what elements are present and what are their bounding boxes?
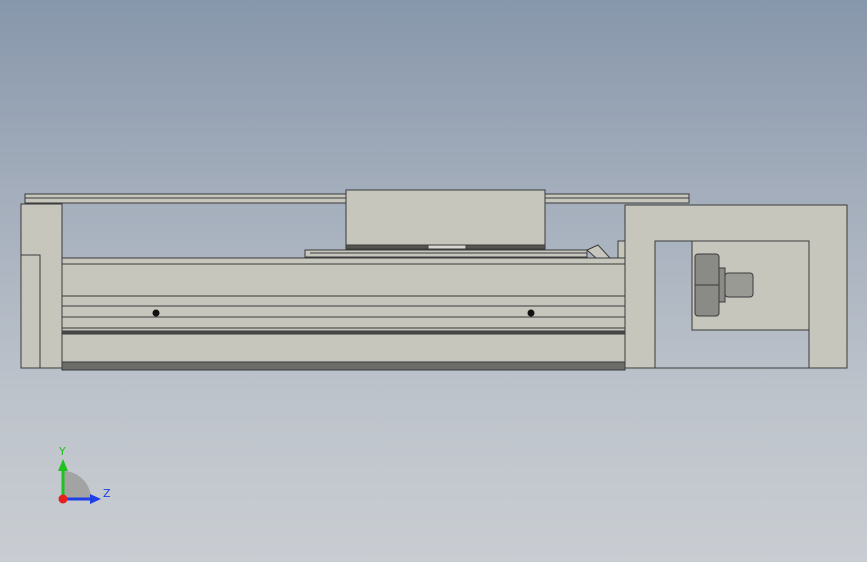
bottom-dark-strip xyxy=(61,361,626,371)
slider-carriage[interactable] xyxy=(345,189,546,250)
stopper-block xyxy=(617,240,626,259)
mount-hole-left xyxy=(152,309,160,317)
body-groove xyxy=(61,330,626,335)
triad-plane-quadrant xyxy=(63,471,91,499)
mount-hole-right xyxy=(527,309,535,317)
main-body[interactable] xyxy=(61,257,626,369)
carriage-center-slot xyxy=(427,244,467,250)
stopper-wedge xyxy=(586,244,612,259)
model-view[interactable]: Y Z xyxy=(0,0,867,562)
left-end-cap-inner xyxy=(20,254,41,369)
triad-x-axis-dot xyxy=(58,494,68,504)
coupling-collar xyxy=(718,267,726,303)
coordinate-triad: Y Z xyxy=(58,445,111,504)
triad-y-label: Y xyxy=(58,445,66,458)
motor-shaft[interactable] xyxy=(724,272,754,298)
triad-z-label: Z xyxy=(103,487,111,500)
graphics-viewport[interactable]: Y Z xyxy=(0,0,867,562)
triad-z-arrow xyxy=(90,494,101,504)
triad-y-arrow xyxy=(58,459,68,471)
